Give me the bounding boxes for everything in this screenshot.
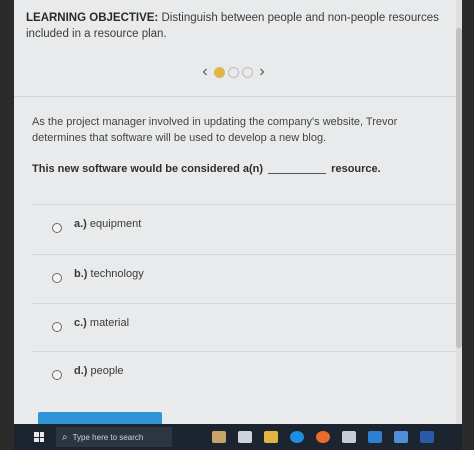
radio-button[interactable] (52, 273, 62, 283)
question-scenario: As the project manager involved in updat… (32, 116, 398, 144)
task-view-icon[interactable] (238, 431, 252, 443)
windows-start-icon[interactable] (34, 432, 44, 442)
option-label[interactable]: d.) people (74, 365, 124, 377)
word-icon[interactable] (420, 431, 434, 443)
option-key: b.) (74, 268, 88, 280)
taskbar-search-box[interactable]: ⌕ Type here to search (56, 427, 172, 447)
option-text: material (89, 317, 130, 329)
search-icon: ⌕ (62, 431, 68, 443)
question-prompt: This new software would be considered a(… (32, 163, 452, 175)
option-label[interactable]: a.) equipment (74, 218, 141, 230)
file-explorer-icon[interactable] (264, 431, 278, 443)
learning-objective: LEARNING OBJECTIVE: Distinguish between … (26, 10, 446, 42)
cortana-icon[interactable] (212, 431, 226, 443)
edge-icon[interactable] (290, 431, 304, 443)
option-text: equipment (89, 218, 142, 230)
question-pager: ‹ › (199, 62, 268, 82)
radio-button[interactable] (52, 322, 62, 332)
radio-button[interactable] (52, 223, 62, 233)
option-key: a.) (74, 218, 87, 230)
prompt-text-before: This new software would be considered a(… (32, 163, 264, 175)
pager-dot-2[interactable] (228, 66, 239, 78)
taskbar-search-placeholder[interactable]: Type here to search (73, 433, 144, 442)
calculator-icon[interactable] (342, 431, 356, 443)
option-label[interactable]: b.) technology (74, 268, 144, 280)
option-label[interactable]: c.) material (74, 317, 129, 329)
scrollbar-thumb[interactable] (456, 28, 462, 348)
option-text: people (90, 365, 124, 377)
option-a[interactable]: a.) equipment (32, 204, 456, 249)
divider (14, 96, 462, 97)
pager-dot-3[interactable] (242, 66, 253, 78)
chevron-right-icon[interactable]: › (256, 63, 268, 81)
radio-button[interactable] (52, 370, 62, 380)
option-text: technology (90, 268, 144, 280)
windows-taskbar: ⌕ Type here to search (14, 424, 462, 450)
answer-blank (268, 173, 327, 174)
option-b[interactable]: b.) technology (32, 254, 456, 299)
mail-icon[interactable] (368, 431, 382, 443)
option-d[interactable]: d.) people (32, 351, 456, 396)
pager-dot-1[interactable] (214, 66, 225, 78)
app-icon[interactable] (394, 431, 408, 443)
option-key: c.) (74, 317, 87, 329)
objective-heading: LEARNING OBJECTIVE: (26, 12, 159, 24)
submit-button[interactable] (38, 412, 162, 424)
option-c[interactable]: c.) material (32, 303, 456, 348)
prompt-text-after: resource. (331, 163, 381, 175)
firefox-icon[interactable] (316, 431, 330, 443)
quiz-screen: LEARNING OBJECTIVE: Distinguish between … (14, 0, 462, 424)
chevron-left-icon[interactable]: ‹ (199, 63, 211, 81)
option-key: d.) (74, 365, 88, 377)
scrollbar[interactable] (456, 0, 462, 424)
